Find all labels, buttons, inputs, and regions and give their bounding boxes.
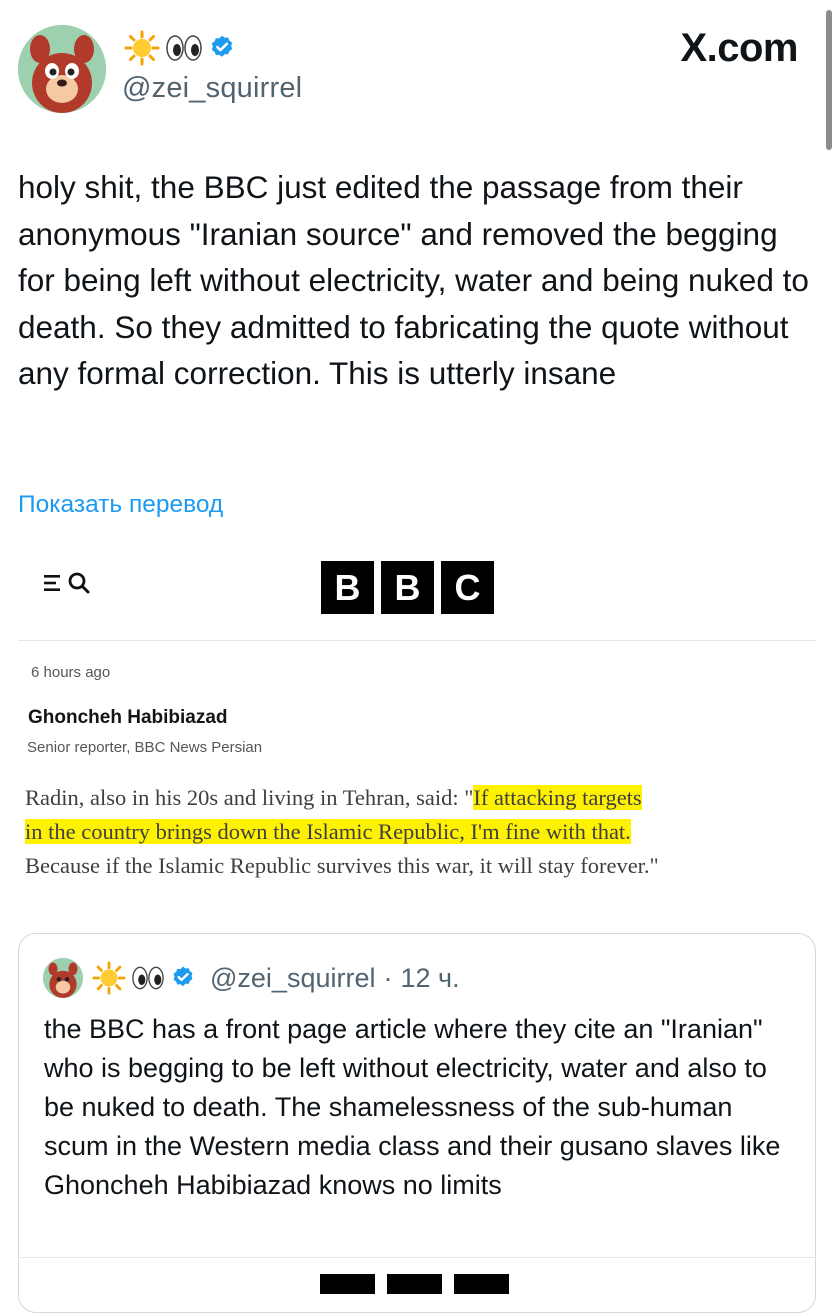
separator-dot: ·: [383, 962, 393, 993]
author-handle[interactable]: @zei_squirrel: [122, 72, 302, 105]
bbc-logo-fragment: [387, 1274, 442, 1294]
quoted-tweet-time[interactable]: 12 ч.: [400, 963, 459, 994]
quote-text: Radin, also in his 20s and living in Teh…: [25, 785, 474, 810]
display-name-emojis: [124, 30, 236, 66]
sun-icon: [92, 961, 126, 995]
bbc-logo-fragment: [454, 1274, 509, 1294]
divider: [18, 640, 816, 641]
search-icon: [68, 572, 90, 594]
show-translation-link[interactable]: Показать перевод: [18, 491, 223, 519]
article-author-role: Senior reporter, BBC News Persian: [27, 739, 263, 756]
bbc-logo-letter: B: [381, 561, 434, 614]
tweet-text: holy shit, the BBC just edited the passa…: [18, 169, 809, 391]
article-timestamp: 6 hours ago: [31, 664, 111, 681]
bbc-logo-letter: B: [321, 561, 374, 614]
bbc-logo-letter: C: [441, 561, 494, 614]
quote-highlight: If attacking targets: [473, 785, 642, 810]
bbc-logo-fragment: [320, 1274, 375, 1294]
menu-icon: [44, 575, 60, 591]
quote-highlight: in the country brings down the Islamic R…: [25, 819, 631, 844]
article-author: Ghoncheh Habibiazad: [28, 707, 228, 728]
quoted-tweet-header: @zei_squirrel · 12 ч.: [92, 958, 460, 998]
verified-badge-icon: [211, 35, 233, 57]
scrollbar[interactable]: [826, 10, 832, 150]
quoted-tweet-handle[interactable]: @zei_squirrel: [210, 963, 375, 994]
sun-icon: [124, 30, 160, 66]
quote-text: Because if the Islamic Republic survives…: [25, 853, 659, 878]
quoted-tweet-avatar[interactable]: [43, 958, 83, 998]
verified-badge-icon: [173, 966, 193, 987]
site-label: X.com: [680, 26, 798, 70]
bbc-logo: B B C: [321, 561, 494, 614]
divider: [18, 1257, 816, 1258]
eyes-icon: [166, 35, 202, 61]
quoted-tweet-text: the BBC has a front page article where t…: [44, 1014, 781, 1200]
profile-avatar[interactable]: [18, 25, 106, 113]
bbc-menu-search: [44, 571, 91, 595]
eyes-icon: [132, 966, 164, 990]
quoted-tweet-media-preview[interactable]: [320, 1274, 509, 1294]
article-quote: Radin, also in his 20s and living in Teh…: [25, 781, 805, 883]
